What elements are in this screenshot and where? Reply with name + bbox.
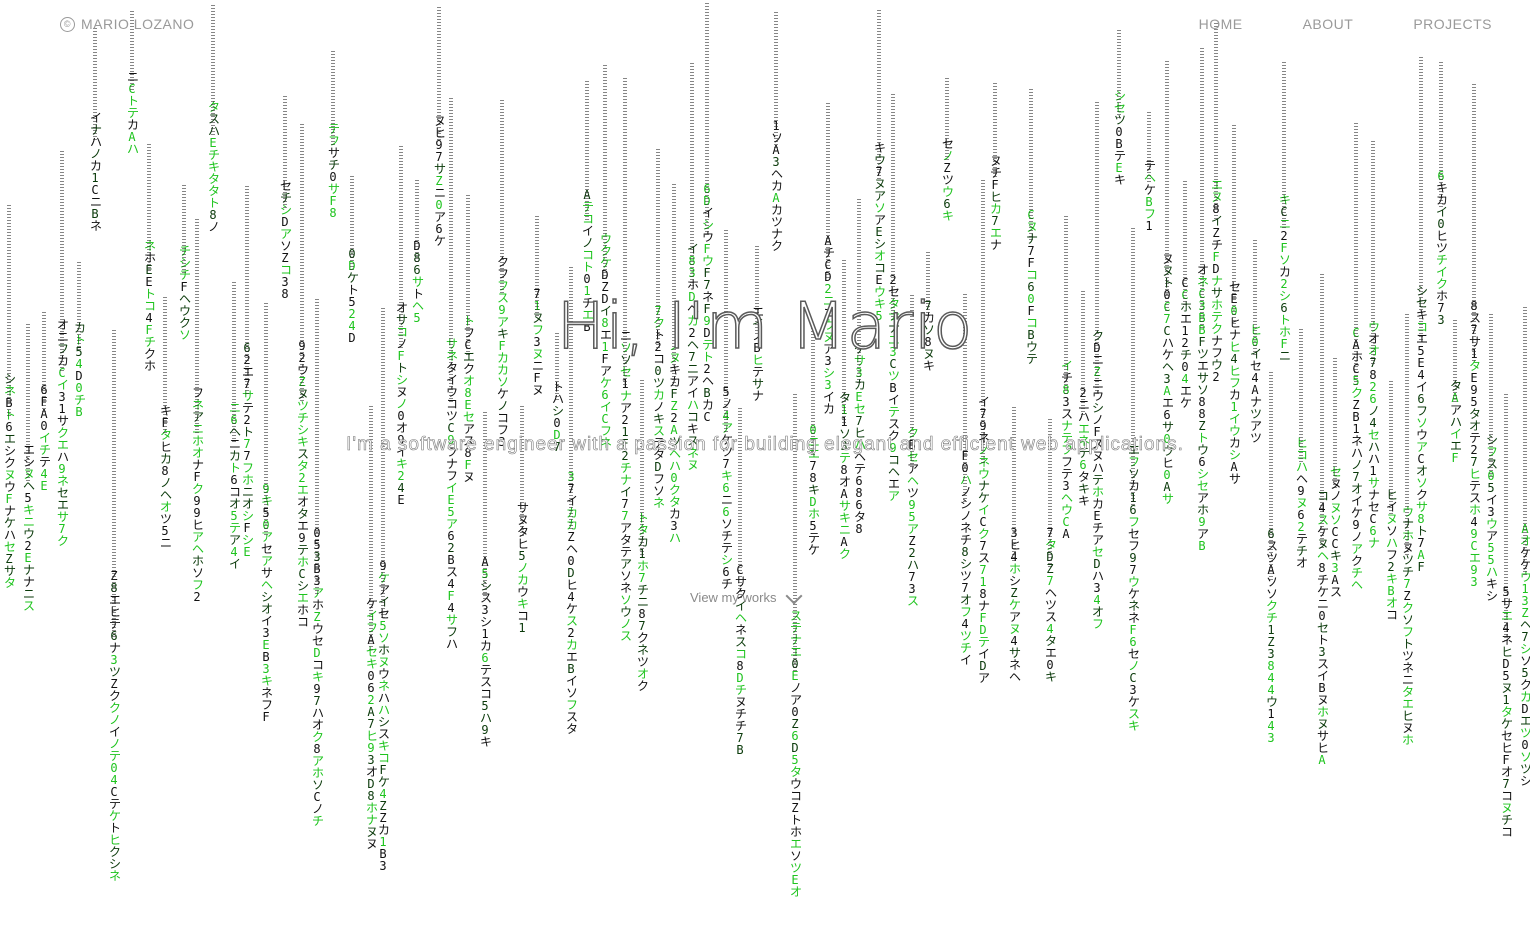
hero-section: Hi, I'm Mario I'm a software engineer wi… — [0, 289, 1530, 460]
rain-column: テヘケBフ1 — [1144, 112, 1156, 241]
view-works-button[interactable]: View my works — [690, 587, 803, 605]
brand-name: MARIO LOZANO — [81, 16, 195, 32]
rain-column: 7タDZ7ヘツス4タエ0キ — [1045, 419, 1057, 693]
matrix-rain-background: シネBト6エシクヌウFナケハセZサタ エシヌヘ5キニウ2Eナナニス 6FA0イチ… — [0, 0, 1530, 946]
page: シネBト6エシクヌウFナケハセZサタ エシヌヘ5キニウ2Eナナニス 6FA0イチ… — [0, 0, 1530, 946]
rain-column: A5シス3シ1カ6テスコ5ハ9キ — [480, 412, 492, 753]
copyright-icon: © — [60, 16, 75, 32]
rain-column: ヌチFヒカ7エナ — [990, 83, 1002, 254]
rain-column: イナハノカ1CニBネ — [90, 28, 102, 237]
rain-column: ステナエ0Eノア0Z6D5タウコZトホエソツEオ — [790, 394, 802, 902]
rain-column: テフサチ0サF8 — [328, 51, 340, 227]
rain-column: セチシDアソZコ38 — [280, 96, 292, 300]
rain-column: 6キカイ0ヒツチイクホ73 — [1436, 62, 1448, 326]
hero-title: Hi, I'm Mario — [556, 289, 974, 365]
brand-logo[interactable]: © MARIO LOZANO — [60, 16, 194, 32]
rain-column: キウ7ヌアソアEシオコEウキ5 — [874, 10, 886, 322]
rain-column: シセツ0BテEキ — [1114, 30, 1126, 194]
chevron-down-icon — [785, 587, 803, 604]
main-nav: HOME ABOUT PROJECTS — [1199, 16, 1492, 32]
hero-subtitle: I'm a software engineer with a passion f… — [346, 434, 1184, 456]
rain-column: セノZツウ6キ — [942, 78, 954, 229]
site-header: © MARIO LOZANO HOME ABOUT PROJECTS — [0, 0, 1530, 54]
view-works-label: View my works — [690, 590, 777, 605]
nav-link-about[interactable]: ABOUT — [1303, 16, 1354, 32]
nav-link-projects[interactable]: PROJECTS — [1413, 16, 1492, 32]
rain-column: 5サエ4ネヒD5ヌ1タケセヒFオ7コヌチコ — [1501, 394, 1513, 844]
rain-column: ケイフAセキ062A7ヒ93オD8ホナヌヌ — [366, 406, 378, 850]
nav-link-home[interactable]: HOME — [1199, 16, 1243, 32]
rain-column: Cサクイヘネスコ8Dチヌチチ7B — [735, 408, 747, 757]
